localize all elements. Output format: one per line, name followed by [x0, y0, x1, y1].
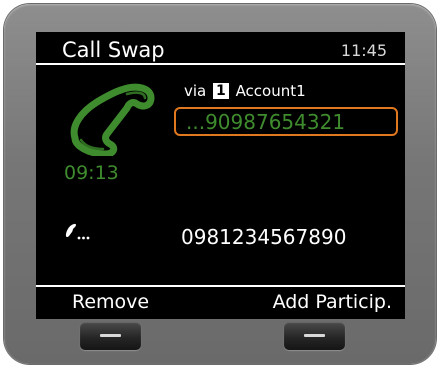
clock: 11:45: [340, 41, 387, 60]
add-participant-button[interactable]: [284, 322, 345, 350]
via-label: via: [184, 82, 207, 100]
softkey-bar-icon: [100, 334, 121, 337]
softkey-divider: [36, 285, 405, 287]
softkey-remove-label: Remove: [72, 291, 150, 313]
softkey-add-participant-label: Add Particip.: [272, 291, 392, 313]
handset-held-icon: [65, 223, 90, 240]
title-bar: Call Swap 11:45: [36, 32, 405, 63]
via-account: via 1 Account1: [184, 82, 306, 100]
softkey-bar-icon: [304, 334, 325, 337]
screen-title: Call Swap: [62, 38, 165, 62]
title-divider: [36, 63, 405, 65]
active-call-number-field[interactable]: ...90987654321: [174, 107, 398, 136]
held-call-number: 0981234567890: [181, 225, 347, 249]
remove-button[interactable]: [80, 322, 141, 350]
handset-active-icon: [70, 83, 155, 156]
active-call-number: ...90987654321: [186, 110, 346, 134]
account-number-badge: 1: [213, 83, 229, 99]
call-duration: 09:13: [64, 162, 119, 184]
phone-display: Call Swap 11:45 via 1 Account1 ...909876…: [36, 32, 405, 319]
account-name: Account1: [235, 82, 306, 100]
